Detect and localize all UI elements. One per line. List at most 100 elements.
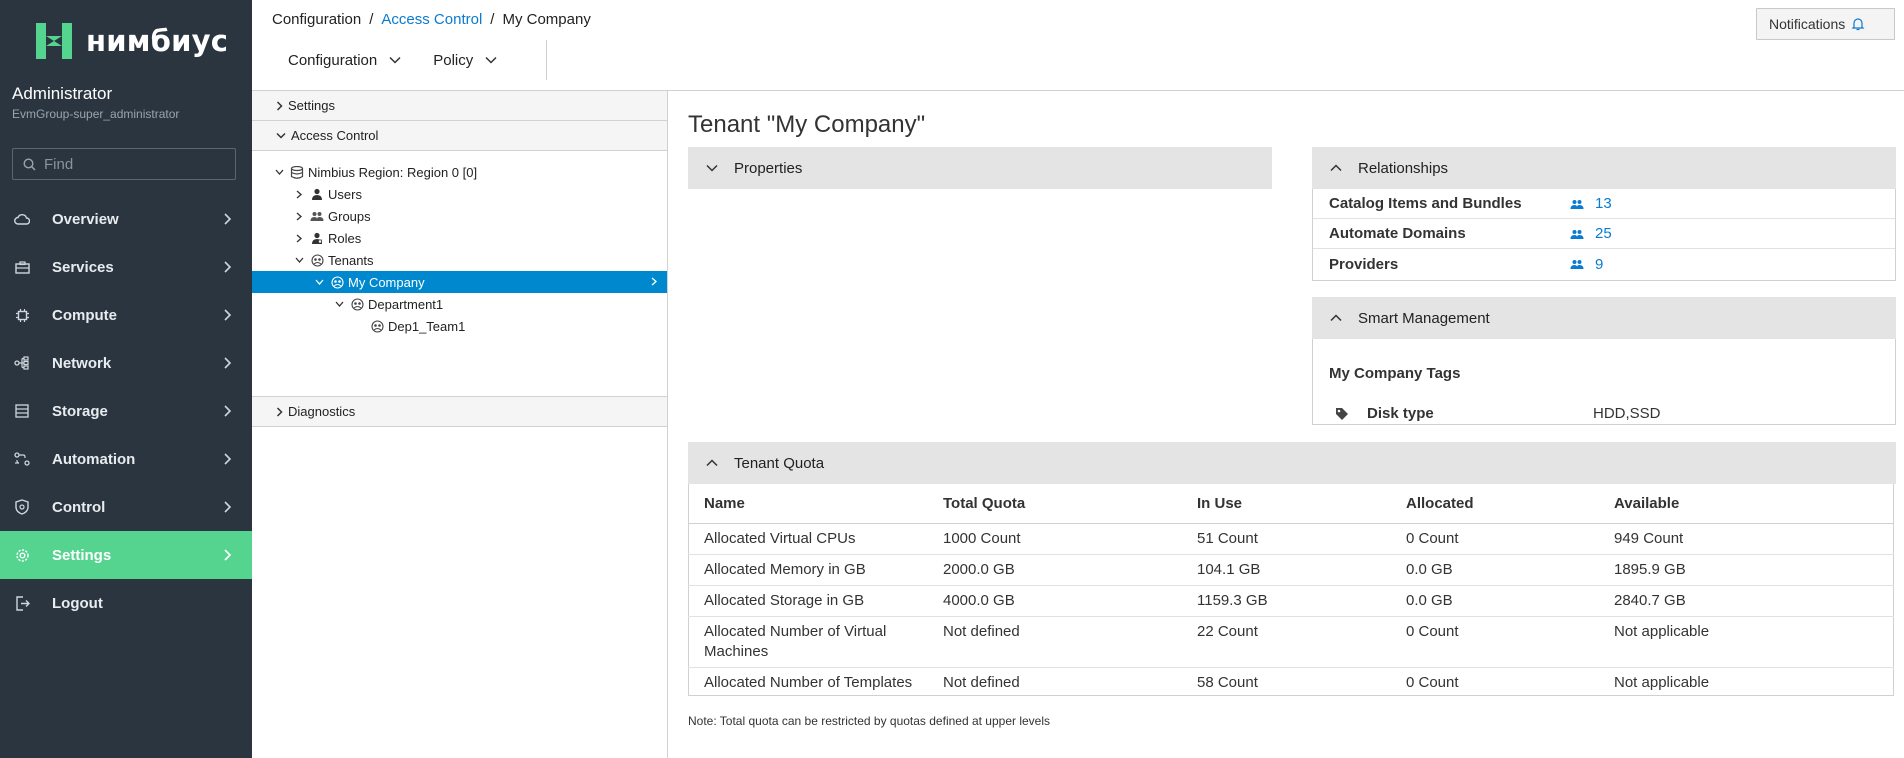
table-row: Allocated Storage in GB 4000.0 GB 1159.3… (688, 585, 1894, 617)
tree-toggle[interactable] (272, 169, 286, 175)
table-cell: Allocated Number of Templates (704, 673, 913, 691)
nav-item-control[interactable]: Control (0, 483, 252, 531)
chevron-down-icon (389, 56, 401, 64)
find-input[interactable] (44, 155, 224, 173)
table-cell: 0.0 GB (1390, 585, 1598, 617)
chevron-down-icon (315, 279, 323, 285)
chevron-down-icon (706, 164, 718, 172)
breadcrumb-separator: / (369, 11, 374, 28)
breadcrumb-configuration: Configuration (272, 11, 362, 28)
nav-item-compute[interactable]: Compute (0, 291, 252, 339)
breadcrumb-access-control[interactable]: Access Control (381, 11, 482, 28)
nav-item-automation[interactable]: Automation (0, 435, 252, 483)
nav-label: Settings (52, 546, 112, 564)
toolbar-divider (546, 40, 547, 80)
briefcase-icon (14, 259, 30, 275)
tree-toggle[interactable] (292, 257, 306, 263)
automation-icon (14, 451, 30, 467)
tree-toggle[interactable] (292, 190, 306, 199)
quota-note: Note: Total quota can be restricted by q… (688, 714, 1051, 728)
relationship-row[interactable]: Automate Domains 25 (1313, 219, 1895, 249)
tag-icon (1336, 408, 1348, 420)
tree-node-region[interactable]: Nimbius Region: Region 0 [0] (252, 161, 667, 183)
accordion-diagnostics[interactable]: Diagnostics (252, 397, 667, 427)
cloud-icon (14, 211, 30, 227)
find-box[interactable] (12, 148, 236, 180)
table-cell: 0.0 GB (1390, 554, 1598, 586)
tree-toggle[interactable] (292, 212, 306, 221)
tenant-quota-panel-header[interactable]: Tenant Quota (688, 442, 1896, 484)
nav-item-overview[interactable]: Overview (0, 195, 252, 243)
chevron-up-icon (706, 459, 718, 467)
sidebar: нимбиус Administrator EvmGroup-super_adm… (0, 0, 252, 758)
tree-node-label: Groups (328, 208, 371, 224)
user-name[interactable]: Administrator (12, 84, 112, 104)
tree-node-department1[interactable]: Department1 (252, 293, 667, 315)
relationship-count-link[interactable]: 13 (1595, 195, 1612, 212)
chevron-right-icon (276, 406, 283, 417)
nav-label: Control (52, 498, 106, 516)
company-tags-title: My Company Tags (1329, 365, 1461, 382)
chevron-down-icon (276, 132, 286, 139)
group-icon (1570, 230, 1584, 239)
relationship-count-link[interactable]: 9 (1595, 256, 1603, 273)
nimbius-logo-icon (36, 23, 72, 59)
chevron-right-icon (224, 261, 232, 273)
accordion-diagnostics-label: Diagnostics (288, 404, 356, 419)
relationships-panel-body: Catalog Items and Bundles 13 Automate Do… (1312, 189, 1896, 281)
smart-management-panel-header[interactable]: Smart Management (1312, 297, 1896, 339)
tree-node-dep1-team1[interactable]: Dep1_Team1 (252, 315, 667, 337)
chip-icon (14, 307, 30, 323)
chevron-right-icon (224, 501, 232, 513)
nav-label: Compute (52, 306, 117, 324)
accordion-access-control[interactable]: Access Control (252, 121, 667, 151)
chevron-right-icon (224, 453, 232, 465)
nav-item-settings[interactable]: Settings (0, 531, 252, 579)
logout-icon (14, 595, 30, 611)
properties-panel-header[interactable]: Properties (688, 147, 1272, 189)
table-cell: 4000.0 GB (927, 585, 1181, 617)
tree-toggle[interactable] (312, 279, 326, 285)
nav-item-logout[interactable]: Logout (0, 579, 252, 627)
relationship-label: Automate Domains (1329, 225, 1466, 242)
accordion-settings[interactable]: Settings (252, 91, 667, 121)
table-cell: Not applicable (1614, 673, 1710, 691)
chevron-right-icon (296, 190, 302, 198)
tree-node-roles[interactable]: Roles (252, 227, 667, 249)
nav-label: Overview (52, 210, 119, 228)
chevron-right-icon (296, 234, 302, 242)
network-icon (14, 355, 30, 371)
nav-item-network[interactable]: Network (0, 339, 252, 387)
table-row: Allocated Memory in GB 2000.0 GB 104.1 G… (688, 554, 1894, 586)
relationship-row[interactable]: Catalog Items and Bundles 13 (1313, 189, 1895, 219)
page-title: Tenant "My Company" (688, 111, 926, 138)
tree-node-label: Users (328, 186, 362, 202)
nav-item-services[interactable]: Services (0, 243, 252, 291)
table-cell: 104.1 GB (1181, 554, 1390, 586)
notifications-button[interactable]: Notifications (1756, 8, 1895, 40)
breadcrumb: Configuration / Access Control / My Comp… (272, 11, 591, 28)
configuration-dropdown-label: Configuration (288, 51, 378, 69)
chevron-down-icon (275, 169, 283, 175)
chevron-down-icon (485, 56, 497, 64)
tree-toggle[interactable] (332, 301, 346, 307)
nav-label: Storage (52, 402, 108, 420)
relationships-panel-header[interactable]: Relationships (1312, 147, 1896, 189)
chevron-right-icon (224, 213, 232, 225)
nav-item-storage[interactable]: Storage (0, 387, 252, 435)
chevron-right-icon (224, 405, 232, 417)
tree-node-groups[interactable]: Groups (252, 205, 667, 227)
nav-label: Logout (52, 594, 103, 612)
configuration-dropdown[interactable]: Configuration (272, 40, 417, 80)
logo[interactable]: нимбиус (30, 18, 228, 64)
table-cell: 949 Count (1598, 523, 1894, 555)
tree-node-my-company[interactable]: My Company (252, 271, 667, 293)
policy-dropdown[interactable]: Policy (417, 40, 513, 80)
tree-toggle[interactable] (292, 234, 306, 243)
tree-node-tenants[interactable]: Tenants (252, 249, 667, 271)
tenant-quota-panel-title: Tenant Quota (734, 454, 825, 472)
tree-node-users[interactable]: Users (252, 183, 667, 205)
chevron-down-icon (295, 257, 303, 263)
relationship-row[interactable]: Providers 9 (1313, 249, 1895, 279)
relationship-count-link[interactable]: 25 (1595, 225, 1612, 242)
